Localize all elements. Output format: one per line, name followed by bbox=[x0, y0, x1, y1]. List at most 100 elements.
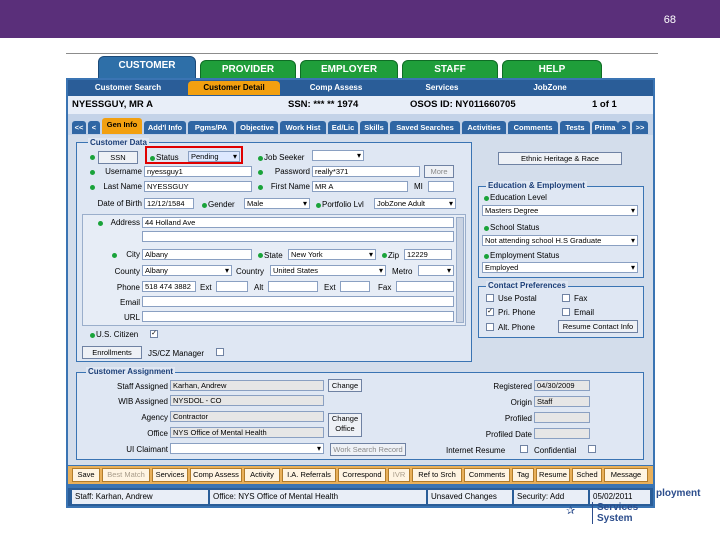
tab-customer[interactable]: CUSTOMER bbox=[98, 56, 196, 80]
county-select[interactable]: Albany bbox=[142, 265, 232, 276]
change-office-button[interactable]: Change Office bbox=[328, 413, 362, 437]
mi-field[interactable] bbox=[428, 181, 454, 192]
subtab-services[interactable]: Services bbox=[392, 81, 492, 95]
registered-field: 04/30/2009 bbox=[534, 380, 590, 391]
ext-field[interactable] bbox=[216, 281, 248, 292]
alt-phone-checkbox[interactable] bbox=[486, 323, 494, 331]
tab-employer[interactable]: EMPLOYER bbox=[300, 60, 398, 80]
job-seeker-select[interactable] bbox=[312, 150, 364, 161]
office-field: NYS Office of Mental Health bbox=[170, 427, 324, 438]
activity-button[interactable]: Activity bbox=[244, 468, 280, 482]
subtab-customer-search[interactable]: Customer Search bbox=[72, 81, 184, 95]
tab-pgms-pa[interactable]: Pgms/PA bbox=[188, 121, 234, 134]
correspond-button[interactable]: Correspond bbox=[338, 468, 386, 482]
tab-help[interactable]: HELP bbox=[502, 60, 602, 80]
metro-select[interactable] bbox=[418, 265, 454, 276]
phone-field[interactable]: 518 474 3882 bbox=[142, 281, 196, 292]
resume-button[interactable]: Resume bbox=[536, 468, 570, 482]
tab-prima[interactable]: Prima bbox=[592, 121, 618, 134]
subtab-customer-detail[interactable]: Customer Detail bbox=[188, 81, 280, 95]
tab-work-hist[interactable]: Work Hist bbox=[280, 121, 326, 134]
address-line2-field[interactable] bbox=[142, 231, 454, 242]
profiled-date-label: Profiled Date bbox=[485, 430, 532, 439]
internet-resume-checkbox[interactable] bbox=[520, 445, 528, 453]
alt-label: Alt bbox=[254, 283, 264, 292]
message-button[interactable]: Message bbox=[604, 468, 648, 482]
subtab-comp-assess[interactable]: Comp Assess bbox=[286, 81, 386, 95]
resume-contact-info-button[interactable]: Resume Contact Info bbox=[558, 320, 638, 333]
fax-checkbox[interactable] bbox=[562, 294, 570, 302]
tab-addl-info[interactable]: Add'l Info bbox=[144, 121, 186, 134]
tab-saved-searches[interactable]: Saved Searches bbox=[390, 121, 460, 134]
address-label: Address bbox=[110, 218, 140, 227]
education-level-select[interactable]: Masters Degree bbox=[482, 205, 638, 216]
us-citizen-checkbox[interactable]: ✓ bbox=[150, 330, 158, 338]
required-dot bbox=[258, 253, 263, 258]
pri-phone-checkbox[interactable]: ✓ bbox=[486, 308, 494, 316]
alt-ext-field[interactable] bbox=[340, 281, 370, 292]
password-field[interactable]: really*371 bbox=[312, 166, 420, 177]
ssn-button[interactable]: SSN bbox=[98, 151, 138, 164]
jszz-manager-checkbox[interactable] bbox=[216, 348, 224, 356]
services-button[interactable]: Services bbox=[152, 468, 188, 482]
first-name-field[interactable]: MR A bbox=[312, 181, 408, 192]
comp-assess-button[interactable]: Comp Assess bbox=[190, 468, 242, 482]
email-pref-label: Email bbox=[574, 308, 595, 317]
work-search-record-button[interactable]: Work Search Record bbox=[330, 443, 406, 456]
tab-comments[interactable]: Comments bbox=[508, 121, 558, 134]
more-button[interactable]: More bbox=[424, 165, 454, 178]
slide-number: 68 bbox=[663, 14, 676, 26]
address-field[interactable]: 44 Holland Ave bbox=[142, 217, 454, 228]
username-field[interactable]: nyessguy1 bbox=[144, 166, 252, 177]
zip-field[interactable]: 12229 bbox=[404, 249, 452, 260]
country-select[interactable]: United States bbox=[270, 265, 386, 276]
alt-phone-field[interactable] bbox=[268, 281, 318, 292]
email-field[interactable] bbox=[142, 296, 454, 307]
address-scrollbar[interactable] bbox=[456, 217, 464, 323]
comments-button[interactable]: Comments bbox=[464, 468, 510, 482]
change-staff-button[interactable]: Change bbox=[328, 379, 362, 392]
dob-field[interactable]: 12/12/1584 bbox=[144, 198, 194, 209]
email-pref-checkbox[interactable] bbox=[562, 308, 570, 316]
gender-select[interactable]: Male bbox=[244, 198, 310, 209]
best-match-button[interactable]: Best Match bbox=[102, 468, 150, 482]
portfolio-select[interactable]: JobZone Adult bbox=[374, 198, 456, 209]
tab-first[interactable]: << bbox=[72, 121, 86, 134]
tab-ed-lic[interactable]: Ed/Lic bbox=[328, 121, 358, 134]
state-select[interactable]: New York bbox=[288, 249, 376, 260]
required-dot bbox=[98, 221, 103, 226]
origin-field: Staff bbox=[534, 396, 590, 407]
ui-claimant-select[interactable] bbox=[170, 443, 324, 454]
enrollments-button[interactable]: Enrollments bbox=[82, 346, 142, 359]
ui-claimant-label: UI Claimant bbox=[126, 445, 168, 454]
confidential-checkbox[interactable] bbox=[588, 445, 596, 453]
use-postal-checkbox[interactable] bbox=[486, 294, 494, 302]
tag-button[interactable]: Tag bbox=[512, 468, 534, 482]
tab-next[interactable]: > bbox=[618, 121, 630, 134]
required-dot bbox=[484, 226, 489, 231]
save-button[interactable]: Save bbox=[72, 468, 100, 482]
tab-gen-info[interactable]: Gen Info bbox=[102, 118, 142, 134]
required-dot bbox=[90, 170, 95, 175]
last-name-field[interactable]: NYESSGUY bbox=[144, 181, 252, 192]
ethnic-heritage-button[interactable]: Ethnic Heritage & Race bbox=[498, 152, 622, 165]
tab-staff[interactable]: STAFF bbox=[402, 60, 498, 80]
tab-tests[interactable]: Tests bbox=[560, 121, 590, 134]
tab-provider[interactable]: PROVIDER bbox=[200, 60, 296, 80]
sched-button[interactable]: Sched bbox=[572, 468, 602, 482]
fax-field[interactable] bbox=[396, 281, 454, 292]
tab-last[interactable]: >> bbox=[632, 121, 648, 134]
city-field[interactable]: Albany bbox=[142, 249, 252, 260]
first-name-label: First Name bbox=[270, 182, 310, 191]
employment-status-select[interactable]: Employed bbox=[482, 262, 638, 273]
tab-prev[interactable]: < bbox=[88, 121, 100, 134]
ivr-button[interactable]: IVR bbox=[388, 468, 410, 482]
ref-to-srch-button[interactable]: Ref to Srch bbox=[412, 468, 462, 482]
ia-referrals-button[interactable]: I.A. Referrals bbox=[282, 468, 336, 482]
tab-activities[interactable]: Activities bbox=[462, 121, 506, 134]
url-field[interactable] bbox=[142, 311, 454, 322]
school-status-select[interactable]: Not attending school H.S Graduate bbox=[482, 235, 638, 246]
tab-objective[interactable]: Objective bbox=[236, 121, 278, 134]
subtab-jobzone[interactable]: JobZone bbox=[500, 81, 600, 95]
tab-skills[interactable]: Skills bbox=[360, 121, 388, 134]
